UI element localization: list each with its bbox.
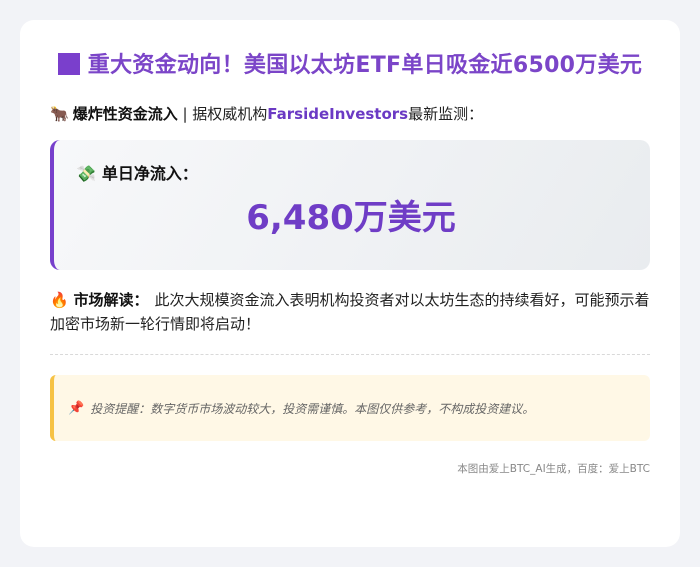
fire-icon: 🔥 xyxy=(50,291,69,309)
footer-credit: 本图由爱上BTC_AI生成，百度：爱上BTC xyxy=(457,463,650,475)
money-wings-icon: 💸 xyxy=(76,164,96,183)
news-card: 重大资金动向！美国以太坊ETF单日吸金近6500万美元 🐂 爆炸性资金流入 | 据… xyxy=(20,20,680,547)
page-title: 重大资金动向！美国以太坊ETF单日吸金近6500万美元 xyxy=(50,50,650,82)
purple-square-icon xyxy=(57,53,80,75)
inflow-label: 💸 单日净流入： xyxy=(76,162,626,186)
inflow-amount: 6,480万美元 xyxy=(246,198,456,238)
inflow-panel: 💸 单日净流入： 6,480万美元 xyxy=(50,140,650,270)
tip-text: 投资提醒：数字货币市场波动较大，投资需谨慎。本图仅供参考，不构成投资建议。 xyxy=(90,401,535,416)
pushpin-icon: 📌 xyxy=(68,400,85,416)
intro-suffix: 最新监测： xyxy=(408,105,484,123)
bull-icon: 🐂 xyxy=(50,105,69,123)
inflow-label-text: 单日净流入： xyxy=(101,164,198,183)
analysis-label: 市场解读： xyxy=(73,291,149,309)
divider xyxy=(50,354,650,355)
market-analysis: 🔥 市场解读： 此次大规模资金流入表明机构投资者对以太坊生态的持续看好，可能预示着… xyxy=(50,288,650,336)
title-text: 重大资金动向！美国以太坊ETF单日吸金近6500万美元 xyxy=(87,53,643,78)
intro-line: 🐂 爆炸性资金流入 | 据权威机构FarsideInvestors最新监测： xyxy=(50,102,650,126)
investment-tip: 📌 投资提醒：数字货币市场波动较大，投资需谨慎。本图仅供参考，不构成投资建议。 xyxy=(50,375,650,441)
intro-separator: | 据权威机构 xyxy=(177,105,268,123)
org-name: FarsideInvestors xyxy=(267,105,409,123)
intro-label: 爆炸性资金流入 xyxy=(72,105,178,123)
